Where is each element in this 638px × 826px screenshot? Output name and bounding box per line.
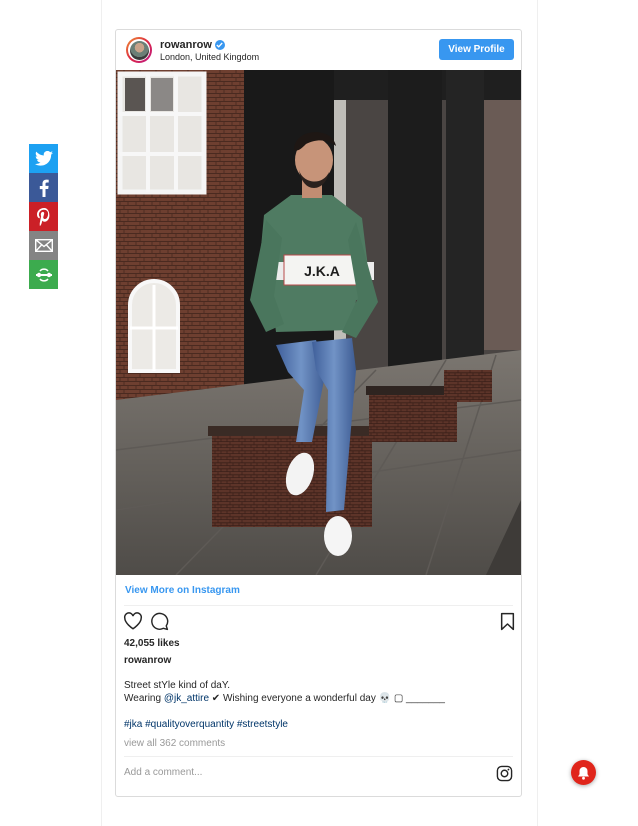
social-share-bar bbox=[29, 144, 58, 289]
view-more-on-instagram-link[interactable]: View More on Instagram bbox=[125, 585, 240, 596]
instagram-logo-icon[interactable] bbox=[496, 765, 513, 782]
facebook-share-button[interactable] bbox=[29, 173, 58, 202]
caption-text: ✔ Wishing everyone a wonderful day 💀 ▢ _… bbox=[209, 693, 445, 704]
view-profile-button[interactable]: View Profile bbox=[439, 39, 514, 60]
bell-icon bbox=[578, 766, 589, 780]
pinterest-share-button[interactable] bbox=[29, 202, 58, 231]
hashtags[interactable]: #jka #qualityoverquantity #streetstyle bbox=[124, 719, 288, 730]
username[interactable]: rowanrow bbox=[160, 39, 225, 51]
view-all-comments-link[interactable]: view all 362 comments bbox=[124, 738, 225, 749]
more-icon bbox=[35, 267, 52, 282]
twitter-icon bbox=[34, 151, 53, 166]
verified-badge-icon bbox=[214, 40, 225, 50]
divider bbox=[124, 756, 513, 757]
page-guide-left bbox=[101, 0, 102, 826]
caption-line: Wearing @jk_attire ✔ Wishing everyone a … bbox=[124, 693, 445, 704]
caption-mention-link[interactable]: @jk_attire bbox=[164, 693, 209, 704]
add-comment-input[interactable]: Add a comment... bbox=[124, 767, 484, 781]
twitter-share-button[interactable] bbox=[29, 144, 58, 173]
page-guide-right bbox=[537, 0, 538, 826]
caption-line: Street stYle kind of daY. bbox=[124, 680, 230, 691]
more-share-button[interactable] bbox=[29, 260, 58, 289]
username-label: rowanrow bbox=[160, 39, 212, 51]
bookmark-icon[interactable] bbox=[500, 612, 515, 631]
post-header: rowanrow London, United Kingdom View Pro… bbox=[116, 30, 521, 70]
divider bbox=[124, 605, 513, 606]
street-style-photo: J.K.A bbox=[116, 70, 521, 575]
caption-text: Wearing bbox=[124, 693, 164, 704]
post-photo[interactable]: J.K.A bbox=[116, 70, 521, 575]
comment-icon[interactable] bbox=[150, 612, 169, 631]
sweater-print-text: J.K.A bbox=[304, 263, 340, 279]
email-icon bbox=[34, 239, 53, 252]
notification-bell-button[interactable] bbox=[571, 760, 596, 785]
heart-icon[interactable] bbox=[123, 612, 143, 630]
pinterest-icon bbox=[36, 207, 49, 226]
email-share-button[interactable] bbox=[29, 231, 58, 260]
facebook-icon bbox=[39, 179, 49, 197]
likes-count[interactable]: 42,055 likes bbox=[124, 638, 180, 649]
avatar[interactable] bbox=[126, 37, 152, 63]
caption-username[interactable]: rowanrow bbox=[124, 655, 171, 666]
avatar-image bbox=[129, 40, 149, 60]
instagram-embed-card: rowanrow London, United Kingdom View Pro… bbox=[115, 29, 522, 797]
location-label[interactable]: London, United Kingdom bbox=[160, 52, 259, 62]
post-actions bbox=[123, 610, 515, 634]
